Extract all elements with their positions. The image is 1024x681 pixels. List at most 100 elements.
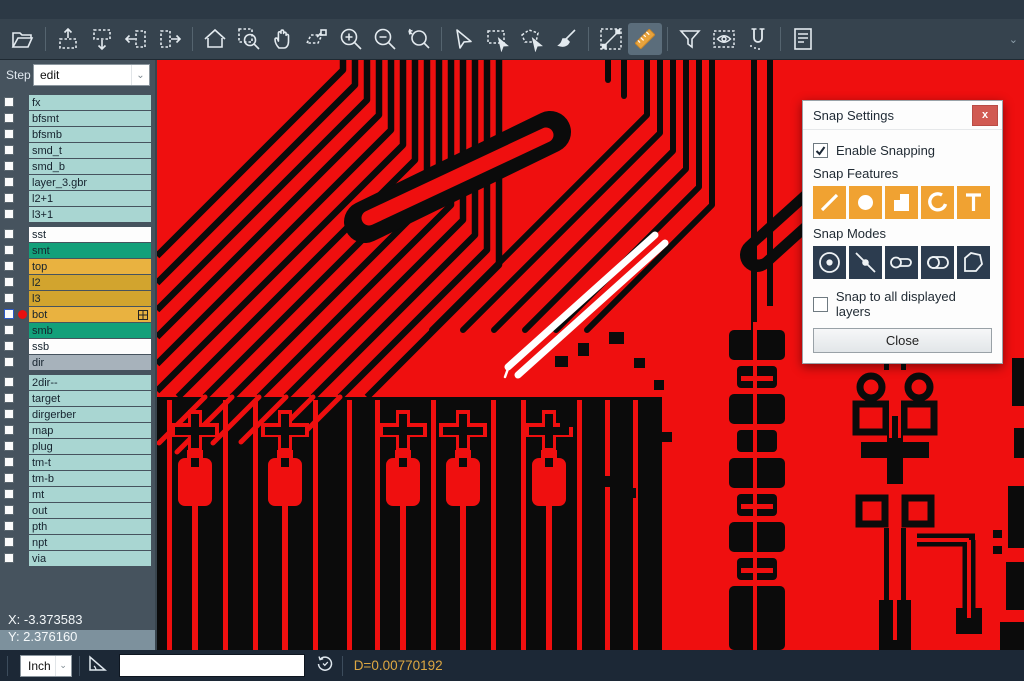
snap-slot-button[interactable]	[921, 246, 954, 279]
pan-right-button[interactable]	[153, 23, 187, 55]
snap-line-button[interactable]	[813, 186, 846, 219]
layer-visibility-checkbox[interactable]	[4, 161, 14, 171]
layer-row[interactable]: l2+1	[0, 191, 155, 206]
layer-visibility-checkbox[interactable]	[4, 293, 14, 303]
layer-visibility-checkbox[interactable]	[4, 357, 14, 367]
select-arrow-button[interactable]	[447, 23, 481, 55]
unit-dropdown[interactable]: Inch ⌄	[20, 655, 72, 677]
layer-color-bar[interactable]: plug	[29, 439, 151, 454]
select-polygon-button[interactable]	[515, 23, 549, 55]
report-button[interactable]	[786, 23, 820, 55]
layer-color-bar[interactable]: layer_3.gbr	[29, 175, 151, 190]
snap-slot-end-button[interactable]	[885, 246, 918, 279]
layer-color-bar[interactable]: sst	[29, 227, 151, 242]
measure-input[interactable]	[119, 654, 305, 677]
measure-ruler-button[interactable]	[628, 23, 662, 55]
zoom-in-button[interactable]	[334, 23, 368, 55]
layer-row[interactable]: dirgerber	[0, 407, 155, 422]
view-selection-button[interactable]	[707, 23, 741, 55]
pan-down-button[interactable]	[85, 23, 119, 55]
layer-row[interactable]: smt	[0, 243, 155, 258]
layer-row[interactable]: smb	[0, 323, 155, 338]
layer-color-bar[interactable]: bot	[29, 307, 151, 322]
zoom-previous-button[interactable]	[402, 23, 436, 55]
layer-row[interactable]: 2dir--	[0, 375, 155, 390]
layer-row[interactable]: smd_b	[0, 159, 155, 174]
menu-item[interactable]	[76, 8, 94, 12]
layer-color-bar[interactable]: tm-b	[29, 471, 151, 486]
layer-row[interactable]: bot	[0, 307, 155, 322]
enable-snapping-checkbox[interactable]	[813, 143, 828, 158]
layer-visibility-checkbox[interactable]	[4, 309, 14, 319]
toolbar-overflow-chevron[interactable]: ⌄	[1009, 33, 1018, 46]
layer-visibility-checkbox[interactable]	[4, 441, 14, 451]
layer-visibility-checkbox[interactable]	[4, 113, 14, 123]
layer-visibility-checkbox[interactable]	[4, 177, 14, 187]
select-rectangle-button[interactable]	[481, 23, 515, 55]
layer-color-bar[interactable]: dirgerber	[29, 407, 151, 422]
layer-row[interactable]: bfsmb	[0, 127, 155, 142]
snap-all-layers-checkbox[interactable]	[813, 297, 828, 312]
layer-visibility-checkbox[interactable]	[4, 129, 14, 139]
layer-color-bar[interactable]: bfsmt	[29, 111, 151, 126]
zoom-object-button[interactable]	[300, 23, 334, 55]
layer-visibility-checkbox[interactable]	[4, 377, 14, 387]
layer-color-bar[interactable]: l3	[29, 291, 151, 306]
snap-center-button[interactable]	[813, 246, 846, 279]
layer-visibility-checkbox[interactable]	[4, 245, 14, 255]
layer-row[interactable]: bfsmt	[0, 111, 155, 126]
layer-visibility-checkbox[interactable]	[4, 409, 14, 419]
menu-item[interactable]	[22, 8, 40, 12]
layer-row[interactable]: fx	[0, 95, 155, 110]
layer-color-bar[interactable]: top	[29, 259, 151, 274]
chevron-down-icon[interactable]: ⌄	[131, 65, 149, 85]
layer-visibility-checkbox[interactable]	[4, 193, 14, 203]
layer-visibility-checkbox[interactable]	[4, 97, 14, 107]
layer-visibility-checkbox[interactable]	[4, 425, 14, 435]
layer-row[interactable]: npt	[0, 535, 155, 550]
menu-item[interactable]	[40, 8, 58, 12]
zoom-window-button[interactable]	[232, 23, 266, 55]
layer-color-bar[interactable]: 2dir--	[29, 375, 151, 390]
layer-row[interactable]: plug	[0, 439, 155, 454]
clear-marks-brush-button[interactable]	[549, 23, 583, 55]
dialog-title-bar[interactable]: Snap Settings x	[803, 101, 1002, 130]
layer-color-bar[interactable]: npt	[29, 535, 151, 550]
open-file-button[interactable]	[6, 23, 40, 55]
layer-visibility-checkbox[interactable]	[4, 393, 14, 403]
layer-row[interactable]: ssb	[0, 339, 155, 354]
snap-magnet-button[interactable]	[741, 23, 775, 55]
layer-row[interactable]: tm-b	[0, 471, 155, 486]
layer-visibility-checkbox[interactable]	[4, 521, 14, 531]
layer-color-bar[interactable]: map	[29, 423, 151, 438]
layer-visibility-checkbox[interactable]	[4, 537, 14, 547]
layer-visibility-checkbox[interactable]	[4, 553, 14, 563]
layer-color-bar[interactable]: bfsmb	[29, 127, 151, 142]
snap-pad-button[interactable]	[849, 186, 882, 219]
layer-visibility-checkbox[interactable]	[4, 473, 14, 483]
layer-visibility-checkbox[interactable]	[4, 325, 14, 335]
snap-text-button[interactable]	[957, 186, 990, 219]
layer-row[interactable]: target	[0, 391, 155, 406]
pan-up-button[interactable]	[51, 23, 85, 55]
layer-color-bar[interactable]: tm-t	[29, 455, 151, 470]
layer-visibility-checkbox[interactable]	[4, 229, 14, 239]
layer-color-bar[interactable]: target	[29, 391, 151, 406]
enable-snapping-row[interactable]: Enable Snapping	[813, 143, 992, 158]
pan-hand-button[interactable]	[266, 23, 300, 55]
layer-color-bar[interactable]: l2	[29, 275, 151, 290]
layer-color-bar[interactable]: pth	[29, 519, 151, 534]
measure-points-button[interactable]	[594, 23, 628, 55]
snap-surface-button[interactable]	[885, 186, 918, 219]
layer-color-bar[interactable]: smb	[29, 323, 151, 338]
zoom-home-button[interactable]	[198, 23, 232, 55]
layer-color-bar[interactable]: ssb	[29, 339, 151, 354]
chevron-down-icon[interactable]: ⌄	[55, 656, 71, 676]
zoom-out-button[interactable]	[368, 23, 402, 55]
layer-row[interactable]: smd_t	[0, 143, 155, 158]
snap-point-on-line-button[interactable]	[849, 246, 882, 279]
layer-color-bar[interactable]: smd_t	[29, 143, 151, 158]
menu-item[interactable]	[4, 8, 22, 12]
layer-row[interactable]: layer_3.gbr	[0, 175, 155, 190]
layer-row[interactable]: map	[0, 423, 155, 438]
